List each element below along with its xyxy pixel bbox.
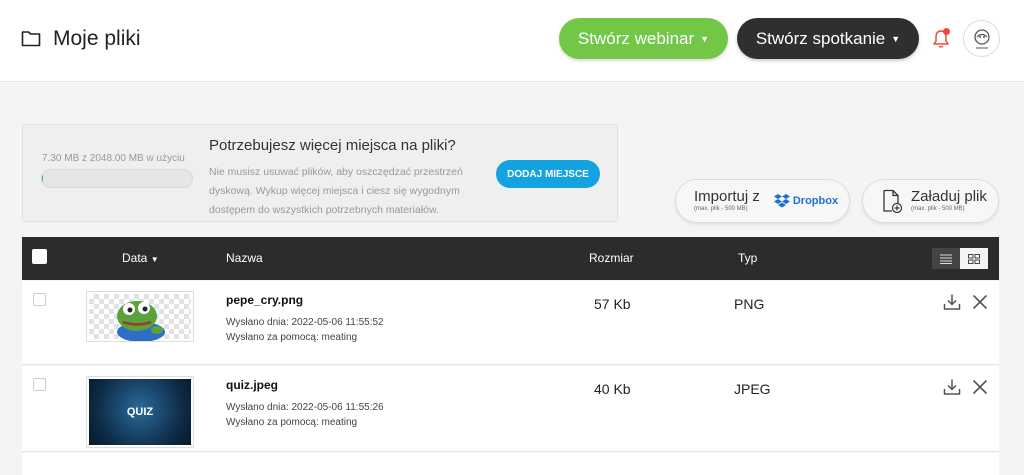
file-thumbnail: QUIZ bbox=[86, 376, 194, 448]
download-icon[interactable] bbox=[943, 378, 961, 396]
quiz-thumbnail-text: QUIZ bbox=[126, 406, 154, 418]
delete-icon[interactable] bbox=[972, 379, 988, 395]
column-date-label: Data bbox=[122, 251, 148, 265]
notification-dot bbox=[943, 28, 950, 35]
caret-down-icon: ▼ bbox=[891, 33, 901, 44]
add-space-button[interactable]: DODAJ MIEJSCE bbox=[496, 160, 600, 188]
create-webinar-label: Stwórz webinar bbox=[577, 28, 695, 48]
view-toggle bbox=[932, 248, 989, 269]
dropbox-label: Dropbox bbox=[792, 195, 839, 207]
grid-view-button[interactable] bbox=[960, 248, 988, 269]
upload-label: Załaduj plik bbox=[911, 188, 987, 205]
file-sent-via: Wysłano za pomocą: meating bbox=[226, 417, 358, 428]
avatar-logo-icon bbox=[973, 28, 990, 48]
pepe-thumbnail-image bbox=[89, 294, 191, 341]
file-sent-via: Wysłano za pomocą: meating bbox=[226, 332, 358, 343]
column-type: Typ bbox=[738, 251, 758, 265]
create-meeting-button[interactable]: Stwórz spotkanie ▼ bbox=[737, 18, 919, 59]
avatar[interactable] bbox=[963, 20, 1000, 57]
list-view-icon bbox=[940, 254, 952, 264]
column-name: Nazwa bbox=[226, 251, 263, 265]
storage-description: Nie musisz usuwać plików, aby oszczędzać… bbox=[209, 166, 463, 216]
file-type: PNG bbox=[734, 296, 765, 312]
file-name[interactable]: quiz.jpeg bbox=[226, 378, 278, 392]
file-size: 40 Kb bbox=[594, 381, 631, 397]
file-size: 57 Kb bbox=[594, 296, 631, 312]
table-row[interactable]: pepe_cry.png Wysłano dnia: 2022-05-06 11… bbox=[22, 281, 999, 365]
column-size: Rozmiar bbox=[589, 251, 634, 265]
quiz-thumbnail-image: QUIZ bbox=[89, 379, 191, 445]
top-bar: Moje pliki Stwórz webinar ▼ Stwórz spotk… bbox=[0, 0, 1024, 82]
column-date-sort[interactable]: Data ▼ bbox=[122, 251, 159, 265]
row-checkbox[interactable] bbox=[33, 378, 46, 391]
grid-view-icon bbox=[968, 253, 980, 264]
storage-title: Potrzebujesz więcej miejsca na pliki? bbox=[209, 137, 456, 154]
storage-usage-bar bbox=[41, 169, 193, 188]
select-all-checkbox[interactable] bbox=[32, 249, 47, 264]
caret-down-icon: ▼ bbox=[700, 33, 710, 44]
delete-icon[interactable] bbox=[972, 294, 988, 310]
storage-usage-fill bbox=[42, 170, 43, 187]
import-text: Importuj z (max. plik - 500 MB) bbox=[694, 189, 760, 213]
upload-text: Załaduj plik (max. plik - 500 MB) bbox=[911, 189, 987, 213]
import-dropbox-button[interactable]: Importuj z (max. plik - 500 MB) Dropbox bbox=[675, 179, 850, 223]
storage-panel: 7.30 MB z 2048.00 MB w użyciu Potrzebuje… bbox=[22, 124, 618, 222]
page-title: Moje pliki bbox=[53, 27, 141, 50]
dropbox-logo: Dropbox bbox=[773, 194, 839, 208]
frog-image bbox=[117, 301, 165, 341]
create-webinar-button[interactable]: Stwórz webinar ▼ bbox=[559, 18, 728, 59]
table-row[interactable] bbox=[22, 453, 999, 475]
file-add-icon bbox=[883, 189, 903, 213]
import-label: Importuj z bbox=[694, 188, 760, 205]
files-table-header: Data ▼ Nazwa Rozmiar Typ bbox=[22, 237, 999, 280]
list-view-button[interactable] bbox=[932, 248, 960, 269]
table-row[interactable]: QUIZ quiz.jpeg Wysłano dnia: 2022-05-06 … bbox=[22, 366, 999, 452]
create-meeting-label: Stwórz spotkanie bbox=[755, 28, 886, 48]
import-limit: (max. plik - 500 MB) bbox=[694, 206, 748, 212]
file-name[interactable]: pepe_cry.png bbox=[226, 293, 303, 307]
storage-usage-text: 7.30 MB z 2048.00 MB w użyciu bbox=[42, 153, 185, 164]
folder-icon bbox=[21, 31, 41, 47]
sort-desc-icon: ▼ bbox=[150, 255, 159, 264]
upload-limit: (max. plik - 500 MB) bbox=[911, 206, 965, 212]
file-sent-date: Wysłano dnia: 2022-05-06 11:55:52 bbox=[226, 317, 384, 328]
download-icon[interactable] bbox=[943, 293, 961, 311]
upload-file-button[interactable]: Załaduj plik (max. plik - 500 MB) bbox=[862, 179, 999, 223]
file-sent-date: Wysłano dnia: 2022-05-06 11:55:26 bbox=[226, 402, 384, 413]
dropbox-icon bbox=[773, 194, 790, 208]
file-type: JPEG bbox=[734, 381, 771, 397]
row-checkbox[interactable] bbox=[33, 293, 46, 306]
file-thumbnail bbox=[86, 291, 194, 342]
